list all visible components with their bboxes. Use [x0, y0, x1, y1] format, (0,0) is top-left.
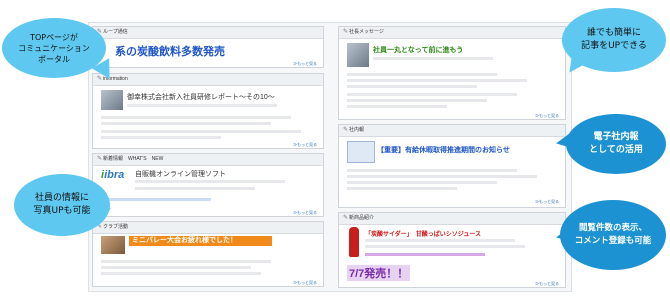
callout-text: TOPページが コミュニケーション ポータル	[18, 32, 90, 64]
callout-text: 社員の情報に 写真UPも可能	[33, 193, 91, 216]
read-more-link[interactable]: ≫もっと見る	[535, 199, 559, 205]
card-club-activity: ✎クラブ活動 ミニバレー大会お疲れ様でした！ ≫もっと見る	[92, 221, 324, 287]
read-more-link[interactable]: ≫もっと見る	[293, 280, 317, 286]
text-line	[347, 99, 487, 102]
text-line	[347, 105, 447, 108]
text-line	[365, 239, 515, 242]
card-whats-new: ✎新着情報 WHAT'S NEW iibra 自販機オンライン管理ソフト ≫もっ…	[92, 153, 324, 217]
ibra-logo: iibra	[101, 169, 124, 181]
callout-easy-posting: 誰でも簡単に 記事をUPできる	[562, 8, 666, 72]
callout-photo-upload: 社員の情報に 写真UPも可能	[14, 174, 110, 236]
card-header: クラブ活動	[103, 224, 129, 230]
article-title[interactable]: 社員一丸となって前に進もう	[373, 45, 463, 55]
read-more-link[interactable]: ≫もっと見る	[293, 142, 317, 148]
text-line	[347, 79, 527, 82]
text-line	[347, 73, 497, 76]
card-header: 社内報	[349, 127, 365, 133]
article-photo	[101, 90, 123, 110]
card-new-product: ✎新商品紹介 「炭酸サイダー」 甘酸っぱいシソジュース 7/7発売！！ ≫もっと…	[338, 212, 566, 288]
callout-top-portal: TOPページが コミュニケーション ポータル	[2, 18, 106, 78]
logo-text: ibra	[104, 169, 125, 181]
card-loop-news: ✎ループ通信 系の炭酸飲料多数発売 ≫もっと見る	[92, 26, 324, 68]
text-line	[347, 187, 457, 190]
text-line	[101, 272, 261, 275]
product-bottle-image	[349, 227, 359, 257]
text-line	[365, 245, 525, 248]
text-line	[101, 198, 211, 201]
card-company-newsletter: ✎社内報 【重要】有給休暇取得推進期間のお知らせ ≫もっと見る	[338, 124, 566, 208]
text-line	[347, 169, 517, 172]
president-photo	[347, 43, 369, 67]
text-line	[347, 93, 517, 96]
article-title[interactable]: 自販機オンライン管理ソフト	[135, 169, 226, 179]
article-title[interactable]: 系の炭酸飲料多数発売	[115, 43, 225, 59]
read-more-link[interactable]: ≫もっと見る	[535, 113, 559, 119]
card-president-message: ✎社長メッセージ 社員一丸となって前に進もう ≫もっと見る	[338, 26, 566, 120]
read-more-link[interactable]: ≫もっと見る	[293, 210, 317, 216]
article-title[interactable]: 【重要】有給休暇取得推進期間のお知らせ	[377, 145, 510, 155]
text-line	[101, 130, 301, 133]
card-header: 新着情報 WHAT'S NEW	[103, 156, 164, 162]
article-title[interactable]: 御幸株式会社新入社員研修レポート～その10～	[127, 92, 275, 102]
text-line	[127, 104, 277, 107]
article-title[interactable]: ミニバレー大会お疲れ様でした！	[129, 236, 272, 246]
article-title[interactable]: 「炭酸サイダー」 甘酸っぱいシソジュース	[365, 229, 481, 238]
card-header: ループ通信	[103, 29, 128, 35]
text-line	[101, 116, 291, 119]
callout-text: 誰でも簡単に 記事をUPできる	[581, 28, 647, 51]
release-date: 7/7発売！！	[347, 265, 411, 281]
text-line	[347, 85, 477, 88]
text-line	[101, 266, 251, 269]
callout-newsletter: 電子社内報 としての活用	[566, 114, 666, 174]
read-more-link[interactable]: ≫もっと見る	[293, 61, 317, 67]
text-line	[101, 136, 221, 139]
card-information: ✎information 御幸株式会社新入社員研修レポート～その10～ ≫もっと…	[92, 73, 324, 149]
article-photo	[101, 236, 125, 254]
highlight-line	[365, 253, 485, 256]
callout-view-count: 閲覧件数の表示、 コメント登録も可能	[560, 200, 666, 270]
text-line	[373, 57, 493, 60]
text-line	[135, 180, 285, 183]
callout-text: 電子社内報 としての活用	[589, 132, 643, 155]
callout-text: 閲覧件数の表示、 コメント登録も可能	[574, 223, 652, 246]
text-line	[347, 175, 537, 178]
text-line	[135, 187, 255, 190]
text-line	[347, 181, 497, 184]
doc-icon	[347, 141, 375, 163]
read-more-link[interactable]: ≫もっと見る	[535, 281, 559, 287]
card-header: 新商品紹介	[349, 215, 375, 221]
text-line	[101, 260, 271, 263]
text-line	[101, 122, 271, 125]
card-header: 社長メッセージ	[349, 29, 384, 35]
